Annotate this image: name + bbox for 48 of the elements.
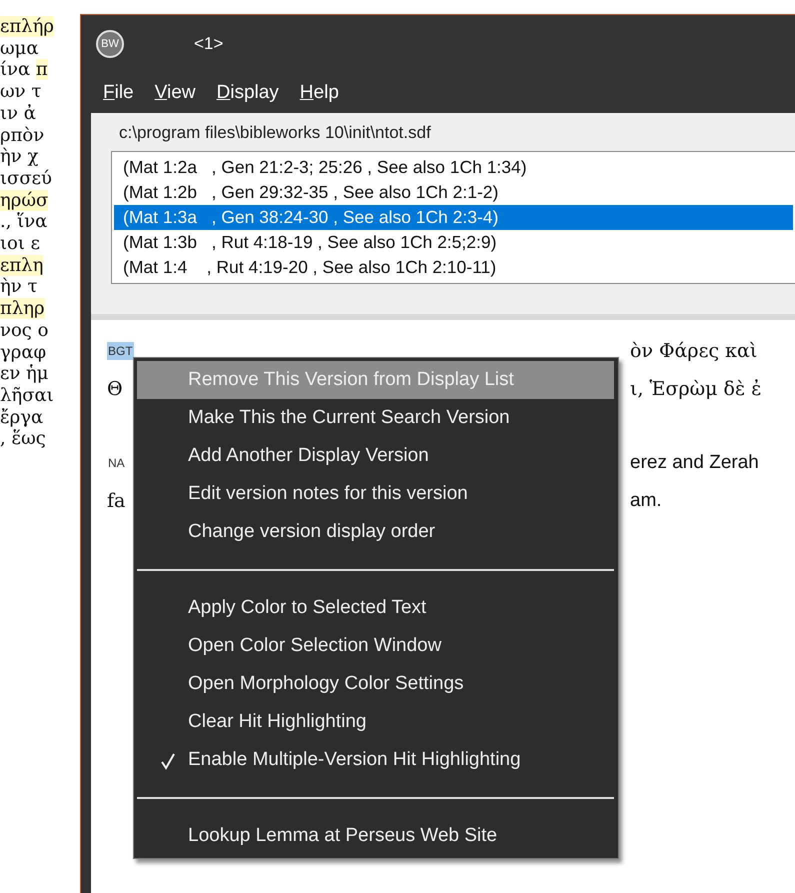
context-menu-item[interactable]: Make This the Current Search Version (137, 399, 614, 437)
greek-text-line: ιν ἀ (0, 102, 37, 125)
context-menu-item[interactable]: Edit version notes for this version (137, 475, 614, 513)
verse-text: Θ (107, 378, 123, 400)
menu-item[interactable]: File (95, 82, 147, 104)
context-menu-item[interactable]: Lookup Lemma at Perseus Web Site (137, 817, 614, 855)
context-menu-item[interactable]: Enable Multiple-Version Hit Highlighting (137, 741, 614, 779)
context-menu-item[interactable]: Open Color Selection Window (137, 627, 614, 665)
verse-text: fa (107, 490, 126, 512)
checkmark-icon (161, 752, 175, 770)
list-item[interactable]: (Mat 1:3b , Rut 4:18-19 , See also 1Ch 2:5;2:9) (114, 230, 793, 255)
list-item[interactable]: (Mat 1:4 , Rut 4:19-20 , See also 1Ch 2:10-11) (114, 255, 793, 280)
greek-text-line: , ἕως (0, 428, 47, 450)
greek-text-line: γραφ (0, 342, 48, 364)
context-menu-item[interactable]: Change version display order (137, 513, 614, 551)
greek-text-line: νος ο (0, 320, 50, 342)
greek-text-line: ρπὸν (0, 124, 46, 146)
app-logo: BW (96, 30, 124, 58)
menu-item[interactable]: Help (292, 82, 352, 104)
greek-text-line: ίνα π (0, 59, 49, 82)
greek-text-line: ὴν τ (0, 276, 38, 298)
window-title: <1> (194, 34, 224, 54)
verse-text: erez and Zerah (630, 452, 759, 474)
verse-text: am. (630, 490, 662, 512)
greek-text-line: ιοι ε (0, 233, 41, 255)
verse-text: ὸν Φάρες καὶ (630, 340, 758, 362)
context-menu-item[interactable]: Add Another Display Version (137, 437, 614, 475)
menu-item[interactable]: View (146, 82, 208, 104)
greek-text-line: ισσεύ (0, 168, 53, 190)
context-menu-item[interactable]: Apply Color to Selected Text (137, 589, 614, 627)
list-item[interactable]: (Mat 1:2a , Gen 21:2-3; 25:26 , See also 1Ch 1:34) (114, 155, 793, 180)
list-item[interactable]: (Mat 1:2b , Gen 29:32-35 , See also 1Ch 2:1-2) (114, 180, 793, 205)
greek-text-line: λῆσαι (0, 384, 55, 407)
cross-reference-list[interactable] (111, 151, 795, 284)
version-label[interactable]: BGT (107, 342, 134, 360)
version-label[interactable]: NA (107, 454, 126, 472)
verse-text: ι, Ἑσρὼμ δὲ ἐ (630, 378, 762, 400)
greek-text-line: ωμα (0, 38, 40, 60)
context-menu-item[interactable]: Clear Hit Highlighting (137, 703, 614, 741)
context-menu-item[interactable]: Open Morphology Color Settings (137, 665, 614, 703)
greek-text-line: ων τ (0, 81, 42, 103)
file-path: c:\program files\bibleworks 10\init\ntot.sdf (119, 123, 432, 143)
list-item[interactable]: (Mat 1:3a , Gen 38:24-30 , See also 1Ch 2:3-4) (114, 205, 793, 230)
greek-text-line: ἔργα (0, 406, 44, 428)
greek-text-line: ., ἵνα (0, 211, 48, 234)
menu-item[interactable]: Display (208, 82, 292, 104)
greek-text-line: ὴν χ (0, 146, 40, 168)
greek-text-line: εν ἡμ (0, 363, 50, 385)
